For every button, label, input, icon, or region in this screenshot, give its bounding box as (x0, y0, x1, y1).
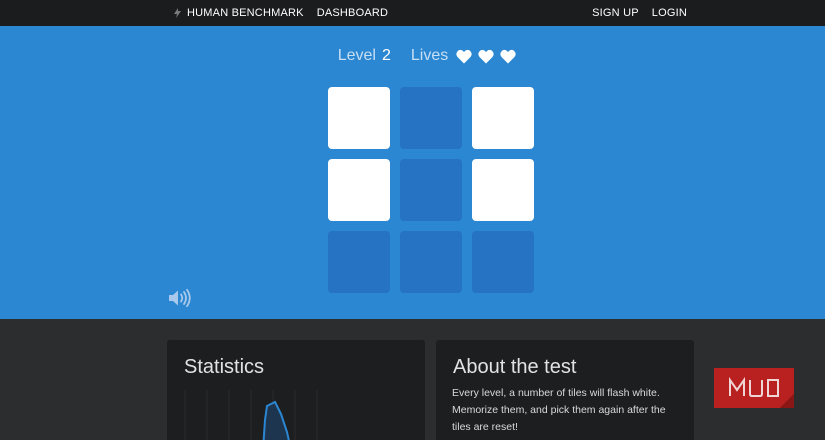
nav-left: HUMAN BENCHMARK DASHBOARD (174, 0, 401, 26)
tile-7[interactable] (328, 231, 390, 293)
level-label: Level (337, 47, 376, 64)
game-hud: Level 2 Lives (0, 47, 825, 65)
muo-logo (714, 368, 794, 408)
tile-6[interactable] (472, 159, 534, 221)
nav-right: SIGN UP LOGIN (579, 0, 687, 26)
distribution-curve (262, 400, 290, 440)
lives-label: Lives (410, 47, 449, 64)
about-card: About the test Every level, a number of … (436, 340, 694, 440)
signup-link[interactable]: SIGN UP (592, 7, 639, 19)
tile-3[interactable] (472, 87, 534, 149)
tile-9[interactable] (472, 231, 534, 293)
tile-grid (328, 87, 534, 293)
brand-link[interactable]: HUMAN BENCHMARK (187, 7, 304, 19)
dashboard-link[interactable]: DASHBOARD (317, 7, 388, 19)
about-title: About the test (453, 356, 577, 378)
heart-icon (456, 49, 472, 63)
sound-icon[interactable] (168, 289, 192, 307)
top-nav: HUMAN BENCHMARK DASHBOARD SIGN UP LOGIN (0, 0, 825, 26)
heart-icon (478, 49, 494, 63)
statistics-card: Statistics (167, 340, 425, 440)
tile-4[interactable] (328, 159, 390, 221)
login-link[interactable]: LOGIN (652, 7, 687, 19)
about-text: Every level, a number of tiles will flas… (452, 387, 666, 433)
tile-5[interactable] (400, 159, 462, 221)
tile-8[interactable] (400, 231, 462, 293)
lightning-icon (174, 8, 181, 18)
lives-hearts (456, 49, 522, 64)
level-value: 2 (381, 47, 391, 64)
statistics-title: Statistics (184, 356, 265, 378)
tile-2[interactable] (400, 87, 462, 149)
game-area: Level 2 Lives (0, 26, 825, 319)
heart-icon (500, 49, 516, 63)
tile-1[interactable] (328, 87, 390, 149)
statistics-chart (184, 390, 318, 440)
